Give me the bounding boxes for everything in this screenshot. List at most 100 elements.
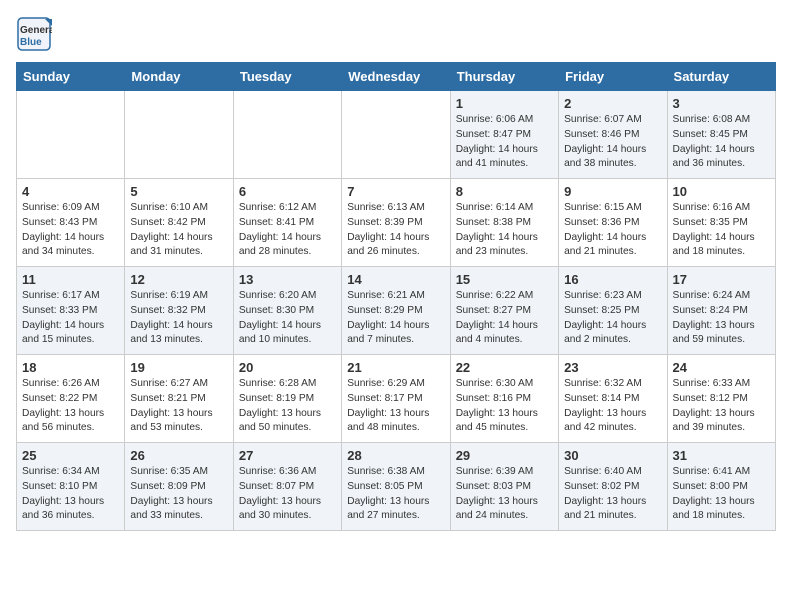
day-number: 26 <box>130 448 227 463</box>
day-number: 4 <box>22 184 119 199</box>
day-number: 5 <box>130 184 227 199</box>
day-number: 11 <box>22 272 119 287</box>
day-info: Sunrise: 6:16 AM Sunset: 8:35 PM Dayligh… <box>673 201 770 260</box>
day-number: 21 <box>347 360 444 375</box>
calendar-cell: 13 Sunrise: 6:20 AM Sunset: 8:30 PM Dayli… <box>233 267 341 355</box>
day-info: Sunrise: 6:15 AM Sunset: 8:36 PM Dayligh… <box>564 201 661 260</box>
calendar-cell: 20 Sunrise: 6:28 AM Sunset: 8:19 PM Dayli… <box>233 355 341 443</box>
day-info: Sunrise: 6:28 AM Sunset: 8:19 PM Dayligh… <box>239 377 336 436</box>
logo-icon: General Blue <box>16 16 52 52</box>
calendar-cell <box>125 91 233 179</box>
day-info: Sunrise: 6:34 AM Sunset: 8:10 PM Dayligh… <box>22 465 119 524</box>
day-number: 1 <box>456 96 553 111</box>
calendar-cell: 29 Sunrise: 6:39 AM Sunset: 8:03 PM Dayli… <box>450 443 558 531</box>
svg-text:Blue: Blue <box>20 37 42 48</box>
day-info: Sunrise: 6:14 AM Sunset: 8:38 PM Dayligh… <box>456 201 553 260</box>
day-number: 9 <box>564 184 661 199</box>
day-info: Sunrise: 6:35 AM Sunset: 8:09 PM Dayligh… <box>130 465 227 524</box>
day-info: Sunrise: 6:23 AM Sunset: 8:25 PM Dayligh… <box>564 289 661 348</box>
day-number: 14 <box>347 272 444 287</box>
day-number: 3 <box>673 96 770 111</box>
calendar-cell <box>17 91 125 179</box>
calendar-cell: 15 Sunrise: 6:22 AM Sunset: 8:27 PM Dayli… <box>450 267 558 355</box>
day-number: 20 <box>239 360 336 375</box>
day-info: Sunrise: 6:26 AM Sunset: 8:22 PM Dayligh… <box>22 377 119 436</box>
day-header-monday: Monday <box>125 63 233 91</box>
day-info: Sunrise: 6:22 AM Sunset: 8:27 PM Dayligh… <box>456 289 553 348</box>
day-number: 23 <box>564 360 661 375</box>
calendar-cell: 8 Sunrise: 6:14 AM Sunset: 8:38 PM Daylig… <box>450 179 558 267</box>
day-number: 24 <box>673 360 770 375</box>
day-number: 19 <box>130 360 227 375</box>
day-number: 6 <box>239 184 336 199</box>
day-number: 22 <box>456 360 553 375</box>
calendar-cell: 16Sunrise: 6:23 AM Sunset: 8:25 PM Dayli… <box>559 267 667 355</box>
day-info: Sunrise: 6:09 AM Sunset: 8:43 PM Dayligh… <box>22 201 119 260</box>
calendar-cell: 4 Sunrise: 6:09 AM Sunset: 8:43 PM Daylig… <box>17 179 125 267</box>
svg-text:General: General <box>20 25 52 36</box>
calendar-cell: 7 Sunrise: 6:13 AM Sunset: 8:39 PM Daylig… <box>342 179 450 267</box>
day-header-thursday: Thursday <box>450 63 558 91</box>
calendar-cell <box>233 91 341 179</box>
calendar-cell: 27 Sunrise: 6:36 AM Sunset: 8:07 PM Dayli… <box>233 443 341 531</box>
calendar-cell: 18 Sunrise: 6:26 AM Sunset: 8:22 PM Dayli… <box>17 355 125 443</box>
day-header-sunday: Sunday <box>17 63 125 91</box>
calendar-cell <box>342 91 450 179</box>
day-header-tuesday: Tuesday <box>233 63 341 91</box>
day-info: Sunrise: 6:10 AM Sunset: 8:42 PM Dayligh… <box>130 201 227 260</box>
calendar-cell: 2 Sunrise: 6:07 AM Sunset: 8:46 PM Daylig… <box>559 91 667 179</box>
day-info: Sunrise: 6:12 AM Sunset: 8:41 PM Dayligh… <box>239 201 336 260</box>
calendar-cell: 21 Sunrise: 6:29 AM Sunset: 8:17 PM Dayli… <box>342 355 450 443</box>
day-number: 17 <box>673 272 770 287</box>
calendar-cell: 24 Sunrise: 6:33 AM Sunset: 8:12 PM Dayli… <box>667 355 775 443</box>
calendar-cell: 23Sunrise: 6:32 AM Sunset: 8:14 PM Dayli… <box>559 355 667 443</box>
day-number: 2 <box>564 96 661 111</box>
day-info: Sunrise: 6:21 AM Sunset: 8:29 PM Dayligh… <box>347 289 444 348</box>
calendar-cell: 31Sunrise: 6:41 AM Sunset: 8:00 PM Dayli… <box>667 443 775 531</box>
day-info: Sunrise: 6:13 AM Sunset: 8:39 PM Dayligh… <box>347 201 444 260</box>
calendar-cell: 26 Sunrise: 6:35 AM Sunset: 8:09 PM Dayli… <box>125 443 233 531</box>
day-number: 10 <box>673 184 770 199</box>
calendar-cell: 19 Sunrise: 6:27 AM Sunset: 8:21 PM Dayli… <box>125 355 233 443</box>
day-number: 7 <box>347 184 444 199</box>
calendar-cell: 10 Sunrise: 6:16 AM Sunset: 8:35 PM Dayli… <box>667 179 775 267</box>
day-header-friday: Friday <box>559 63 667 91</box>
day-info: Sunrise: 6:33 AM Sunset: 8:12 PM Dayligh… <box>673 377 770 436</box>
day-info: Sunrise: 6:36 AM Sunset: 8:07 PM Dayligh… <box>239 465 336 524</box>
calendar-cell: 25 Sunrise: 6:34 AM Sunset: 8:10 PM Dayli… <box>17 443 125 531</box>
day-number: 15 <box>456 272 553 287</box>
calendar-cell: 1Sunrise: 6:06 AM Sunset: 8:47 PM Daylig… <box>450 91 558 179</box>
day-number: 28 <box>347 448 444 463</box>
day-info: Sunrise: 6:07 AM Sunset: 8:46 PM Dayligh… <box>564 113 661 172</box>
day-info: Sunrise: 6:38 AM Sunset: 8:05 PM Dayligh… <box>347 465 444 524</box>
calendar-cell: 5 Sunrise: 6:10 AM Sunset: 8:42 PM Daylig… <box>125 179 233 267</box>
day-info: Sunrise: 6:27 AM Sunset: 8:21 PM Dayligh… <box>130 377 227 436</box>
day-info: Sunrise: 6:41 AM Sunset: 8:00 PM Dayligh… <box>673 465 770 524</box>
day-info: Sunrise: 6:30 AM Sunset: 8:16 PM Dayligh… <box>456 377 553 436</box>
calendar-cell: 28 Sunrise: 6:38 AM Sunset: 8:05 PM Dayli… <box>342 443 450 531</box>
day-number: 27 <box>239 448 336 463</box>
calendar-cell: 11 Sunrise: 6:17 AM Sunset: 8:33 PM Dayli… <box>17 267 125 355</box>
day-number: 25 <box>22 448 119 463</box>
day-info: Sunrise: 6:40 AM Sunset: 8:02 PM Dayligh… <box>564 465 661 524</box>
day-header-wednesday: Wednesday <box>342 63 450 91</box>
day-info: Sunrise: 6:39 AM Sunset: 8:03 PM Dayligh… <box>456 465 553 524</box>
header: General Blue <box>16 16 776 52</box>
day-info: Sunrise: 6:20 AM Sunset: 8:30 PM Dayligh… <box>239 289 336 348</box>
logo: General Blue <box>16 16 52 52</box>
day-number: 18 <box>22 360 119 375</box>
day-info: Sunrise: 6:19 AM Sunset: 8:32 PM Dayligh… <box>130 289 227 348</box>
day-info: Sunrise: 6:08 AM Sunset: 8:45 PM Dayligh… <box>673 113 770 172</box>
calendar-cell: 17Sunrise: 6:24 AM Sunset: 8:24 PM Dayli… <box>667 267 775 355</box>
day-number: 8 <box>456 184 553 199</box>
day-number: 29 <box>456 448 553 463</box>
day-number: 13 <box>239 272 336 287</box>
calendar-cell: 6 Sunrise: 6:12 AM Sunset: 8:41 PM Daylig… <box>233 179 341 267</box>
day-number: 30 <box>564 448 661 463</box>
calendar-cell: 22 Sunrise: 6:30 AM Sunset: 8:16 PM Dayli… <box>450 355 558 443</box>
calendar-cell: 9 Sunrise: 6:15 AM Sunset: 8:36 PM Daylig… <box>559 179 667 267</box>
calendar-cell: 30 Sunrise: 6:40 AM Sunset: 8:02 PM Dayli… <box>559 443 667 531</box>
day-info: Sunrise: 6:29 AM Sunset: 8:17 PM Dayligh… <box>347 377 444 436</box>
calendar-cell: 14 Sunrise: 6:21 AM Sunset: 8:29 PM Dayli… <box>342 267 450 355</box>
day-info: Sunrise: 6:17 AM Sunset: 8:33 PM Dayligh… <box>22 289 119 348</box>
